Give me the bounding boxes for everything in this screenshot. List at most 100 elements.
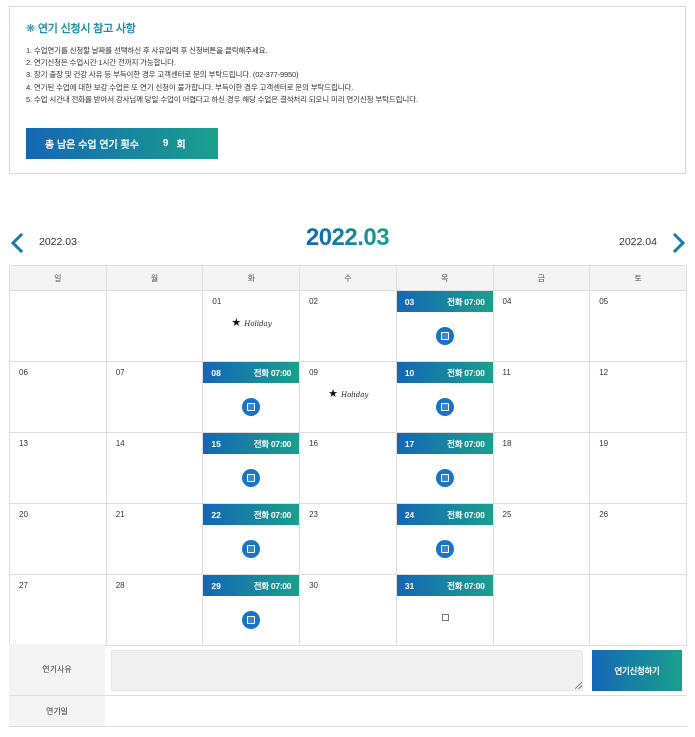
notice-line: 5. 수업 시간내 전화를 받아서 강사님께 당일 수업이 어렵다고 하신 경우… bbox=[26, 94, 418, 104]
postpone-select-icon[interactable] bbox=[242, 398, 261, 416]
calendar-day-cell: 05 bbox=[589, 290, 687, 362]
day-number: 04 bbox=[502, 297, 512, 306]
lesson-bar: 10 전화 07:00 bbox=[396, 362, 493, 383]
calendar-day-cell: 02 bbox=[299, 290, 397, 362]
weekday-header-row: 일 월 화 수 목 금 토 bbox=[9, 265, 687, 291]
lesson-bar: 29 전화 07:00 bbox=[203, 575, 300, 596]
day-number: 25 bbox=[502, 510, 512, 519]
calendar-day-cell: 26 bbox=[589, 503, 687, 575]
calendar-day-cell: 25 bbox=[492, 503, 591, 575]
postpone-select-icon[interactable] bbox=[242, 611, 261, 629]
month-title-text: 2022.03 bbox=[305, 224, 390, 251]
day-number: 20 bbox=[19, 510, 28, 519]
lesson-bar: 17 전화 07:00 bbox=[396, 433, 493, 454]
remaining-postpone-count-badge: 총 남은 수업 연기 횟수 9 회 bbox=[26, 128, 218, 159]
postpone-date-value bbox=[111, 696, 681, 726]
day-number: 11 bbox=[502, 368, 511, 377]
day-number: 12 bbox=[599, 368, 609, 377]
postpone-select-icon[interactable] bbox=[435, 327, 454, 345]
lesson-bar: 22 전화 07:00 bbox=[203, 504, 300, 525]
calendar-day-cell: 03 전화 07:00 bbox=[395, 290, 494, 362]
lesson-label: 전화 07:00 bbox=[253, 438, 292, 449]
calendar-day-cell: 12 bbox=[589, 361, 687, 433]
calendar-week-row: 13 14 15 전화 07:00 16 17 전화 07:00 18 19 bbox=[9, 432, 687, 504]
calendar-day-cell: 09 ★ Holiday bbox=[299, 361, 397, 433]
month-title: 2022.03 bbox=[0, 224, 695, 252]
day-number: 24 bbox=[404, 509, 415, 520]
day-number: 15 bbox=[211, 438, 221, 449]
calendar-day-cell bbox=[589, 574, 687, 646]
calendar-day-cell bbox=[9, 290, 107, 362]
lesson-bar: 08 전화 07:00 bbox=[203, 362, 300, 383]
day-number: 08 bbox=[211, 367, 221, 378]
calendar-week-row: 20 21 22 전화 07:00 23 24 전화 07:00 25 26 bbox=[9, 503, 687, 575]
day-number: 30 bbox=[309, 581, 319, 590]
calendar-grid: 일 월 화 수 목 금 토 01 ★ Holiday 02 03 전화 07:00 04 05… bbox=[9, 265, 687, 646]
calendar-day-cell: 28 bbox=[105, 574, 204, 646]
submit-postpone-button[interactable]: 연기신청하기 bbox=[592, 650, 682, 691]
day-number: 06 bbox=[19, 368, 28, 377]
lesson-bar: 15 전화 07:00 bbox=[203, 433, 300, 454]
day-number: 02 bbox=[309, 297, 319, 306]
calendar-day-cell bbox=[105, 290, 204, 362]
lesson-bar: 24 전화 07:00 bbox=[396, 504, 493, 525]
day-number: 21 bbox=[115, 510, 125, 519]
postpone-select-icon[interactable] bbox=[435, 398, 454, 416]
calendar-day-cell: 11 bbox=[492, 361, 591, 433]
lesson-label: 전화 07:00 bbox=[253, 367, 292, 378]
calendar-day-cell: 24 전화 07:00 bbox=[395, 503, 494, 575]
calendar-day-cell: 31 전화 07:00 bbox=[395, 574, 494, 646]
lesson-label: 전화 07:00 bbox=[447, 438, 485, 449]
day-number: 03 bbox=[404, 296, 415, 307]
postpone-checkbox[interactable] bbox=[441, 614, 449, 621]
weekday-header: 금 bbox=[492, 265, 591, 291]
postpone-select-icon[interactable] bbox=[435, 540, 454, 558]
star-icon: ★ bbox=[231, 317, 242, 329]
notice-line: 4. 연기된 수업에 대한 보강 수업은 또 연기 신청이 불가합니다. 부득이… bbox=[26, 82, 354, 92]
lesson-label: 전화 07:00 bbox=[253, 580, 292, 591]
chevron-right-icon[interactable] bbox=[672, 233, 686, 253]
calendar-day-cell bbox=[492, 574, 591, 646]
calendar-body: 01 ★ Holiday 02 03 전화 07:00 04 05 06 07 08 전화 07:00… bbox=[9, 290, 687, 646]
lesson-bar: 03 전화 07:00 bbox=[396, 291, 493, 312]
calendar-day-cell: 13 bbox=[9, 432, 107, 504]
calendar-day-cell: 15 전화 07:00 bbox=[202, 432, 301, 504]
holiday-label: Holiday bbox=[340, 390, 369, 399]
resize-grip-icon[interactable] bbox=[575, 682, 582, 689]
calendar-day-cell: 10 전화 07:00 bbox=[395, 361, 494, 433]
postpone-select-icon[interactable] bbox=[242, 540, 261, 558]
day-number: 17 bbox=[404, 438, 415, 449]
day-number: 29 bbox=[211, 580, 221, 591]
day-number: 23 bbox=[309, 510, 319, 519]
day-number: 01 bbox=[212, 297, 222, 306]
calendar-day-cell: 21 bbox=[105, 503, 204, 575]
calendar-day-cell: 30 bbox=[299, 574, 397, 646]
day-number: 19 bbox=[599, 439, 609, 448]
postpone-select-icon[interactable] bbox=[435, 469, 454, 487]
calendar-day-cell: 18 bbox=[492, 432, 591, 504]
lesson-label: 전화 07:00 bbox=[447, 509, 485, 520]
calendar-day-cell: 29 전화 07:00 bbox=[202, 574, 301, 646]
holiday-marker: ★ Holiday bbox=[231, 318, 271, 329]
notice-line: 2. 연기신청은 수업시간 1시간 전까지 가능합니다. bbox=[26, 58, 176, 68]
star-icon: ★ bbox=[328, 388, 338, 400]
next-month-link[interactable]: 2022.04 bbox=[619, 236, 657, 248]
calendar-day-cell: 16 bbox=[299, 432, 397, 504]
lesson-label: 전화 07:00 bbox=[253, 509, 292, 520]
weekday-header: 수 bbox=[299, 265, 397, 291]
postpone-select-icon[interactable] bbox=[242, 469, 261, 487]
calendar-day-cell: 23 bbox=[299, 503, 397, 575]
holiday-label: Holiday bbox=[244, 319, 272, 328]
day-number: 13 bbox=[19, 439, 28, 448]
remaining-unit: 회 bbox=[176, 140, 186, 151]
calendar-day-cell: 06 bbox=[9, 361, 107, 433]
reason-row: 연기사유 연기신청하기 bbox=[9, 644, 687, 696]
remaining-label: 총 남은 수업 연기 횟수 bbox=[45, 140, 139, 151]
calendar-day-cell: 07 bbox=[105, 361, 204, 433]
calendar-week-row: 01 ★ Holiday 02 03 전화 07:00 04 05 bbox=[9, 290, 687, 362]
notice-line: 1. 수업연기를 신청할 날짜를 선택하신 후 사유입력 후 신청버튼을 클릭해… bbox=[26, 46, 268, 55]
calendar-day-cell: 08 전화 07:00 bbox=[202, 361, 301, 433]
reason-textarea[interactable] bbox=[111, 650, 583, 691]
notice-line: 3. 장기 출장 및 건강 사유 등 부득이한 경우 고객센터로 문의 부탁드립… bbox=[26, 70, 299, 80]
calendar-day-cell: 22 전화 07:00 bbox=[202, 503, 301, 575]
